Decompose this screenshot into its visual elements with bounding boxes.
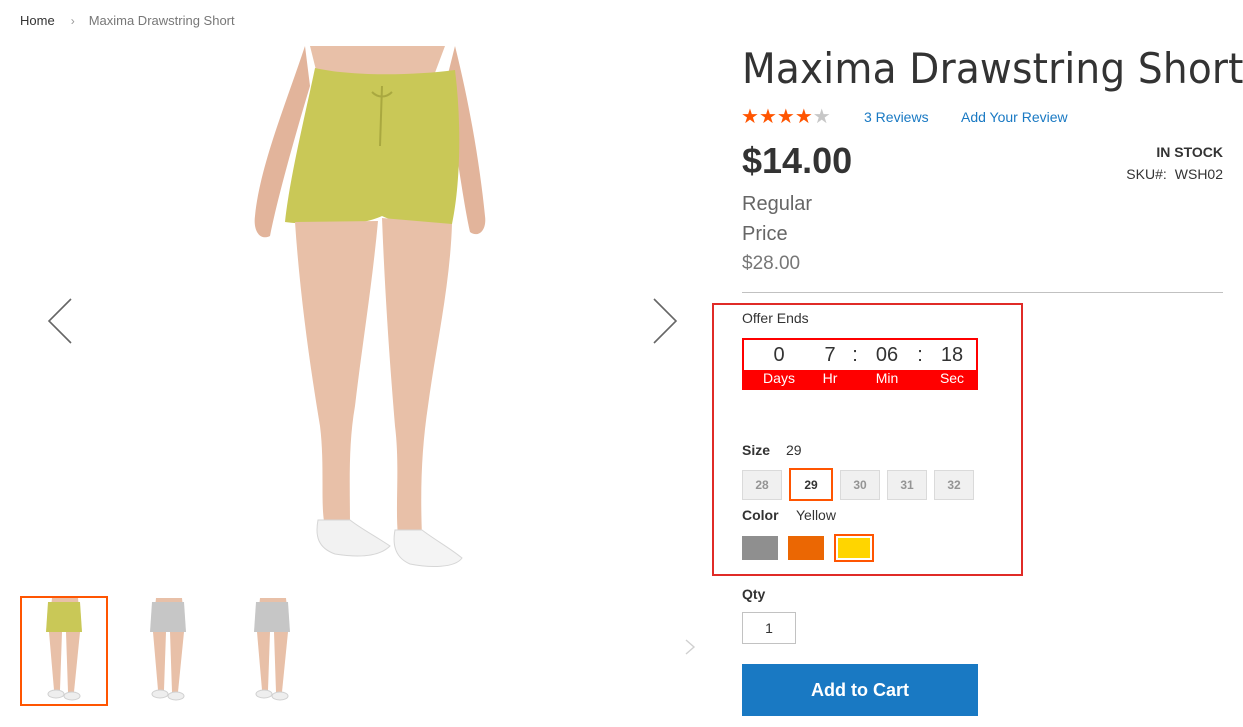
- countdown-values: 0 7 : 06 : 18: [744, 340, 976, 370]
- main-product-image[interactable]: [110, 46, 610, 586]
- divider: [742, 292, 1223, 293]
- size-option-32[interactable]: 32: [934, 470, 974, 500]
- reviews-link[interactable]: 3 Reviews: [864, 109, 929, 125]
- color-selected-value: Yellow: [796, 507, 836, 523]
- countdown-days: 0: [773, 344, 785, 366]
- size-option-31[interactable]: 31: [887, 470, 927, 500]
- color-swatches: [742, 534, 874, 562]
- chevron-right-icon: [685, 639, 696, 655]
- regular-price-value: $28.00: [742, 253, 801, 274]
- chevron-right-icon: [653, 298, 678, 344]
- star-icon: ★: [812, 106, 831, 128]
- thumbnail-next-button[interactable]: [684, 638, 696, 656]
- thumbnail-2[interactable]: [124, 596, 212, 706]
- color-swatch-yellow[interactable]: [834, 534, 874, 562]
- final-price: $14.00: [742, 140, 853, 181]
- countdown-hours-label: Hr: [822, 370, 838, 386]
- stock-status: IN STOCK: [1156, 144, 1223, 160]
- breadcrumb-separator-icon: ›: [70, 13, 75, 28]
- offer-ends-label: Offer Ends: [742, 310, 809, 326]
- size-options: 28 29 30 31 32: [742, 468, 974, 501]
- countdown-days-label: Days: [763, 370, 795, 386]
- countdown-timer: 0 7 : 06 : 18 Days Hr Min Sec: [742, 338, 978, 390]
- add-review-link[interactable]: Add Your Review: [961, 109, 1068, 125]
- sku-label: SKU#:: [1126, 166, 1167, 182]
- gallery-prev-button[interactable]: [45, 296, 75, 346]
- add-to-cart-button[interactable]: Add to Cart: [742, 664, 978, 716]
- sku: SKU#: WSH02: [1126, 166, 1223, 182]
- size-selected-value: 29: [786, 442, 802, 458]
- breadcrumb-home-link[interactable]: Home: [20, 13, 55, 28]
- star-icon: ★: [758, 106, 777, 128]
- rating-stars: ★ ★ ★ ★ ★: [741, 107, 831, 127]
- countdown-hours: 7: [824, 344, 836, 366]
- color-swatch-yellow-fill: [838, 538, 870, 558]
- qty-input[interactable]: [742, 612, 796, 644]
- breadcrumb: Home › Maxima Drawstring Short: [20, 13, 235, 28]
- size-option-29[interactable]: 29: [789, 468, 833, 501]
- gallery-next-button[interactable]: [650, 296, 680, 346]
- countdown-labels: Days Hr Min Sec: [744, 370, 976, 388]
- thumbnail-strip: [20, 596, 316, 706]
- size-option-30[interactable]: 30: [840, 470, 880, 500]
- product-title: Maxima Drawstring Short: [742, 44, 1243, 93]
- countdown-minutes-label: Min: [875, 370, 899, 386]
- size-option-28[interactable]: 28: [742, 470, 782, 500]
- color-swatch-gray[interactable]: [742, 536, 778, 560]
- star-icon: ★: [741, 106, 759, 128]
- size-label: Size: [742, 442, 771, 458]
- countdown-separator: :: [917, 344, 923, 366]
- sku-value: WSH02: [1174, 166, 1223, 182]
- regular-price-label: Regular Price: [742, 193, 813, 245]
- star-icon: ★: [776, 106, 795, 128]
- color-label: Color: [742, 507, 779, 523]
- thumbnail-3[interactable]: [228, 596, 316, 706]
- countdown-separator: :: [852, 344, 858, 366]
- breadcrumb-current: Maxima Drawstring Short: [88, 13, 235, 28]
- thumbnail-1[interactable]: [20, 596, 108, 706]
- countdown-minutes: 06: [875, 344, 899, 366]
- countdown-seconds: 18: [940, 344, 964, 366]
- chevron-left-icon: [47, 298, 72, 344]
- countdown-seconds-label: Sec: [939, 370, 965, 386]
- color-swatch-orange[interactable]: [788, 536, 824, 560]
- star-icon: ★: [794, 106, 813, 128]
- qty-label: Qty: [742, 586, 766, 602]
